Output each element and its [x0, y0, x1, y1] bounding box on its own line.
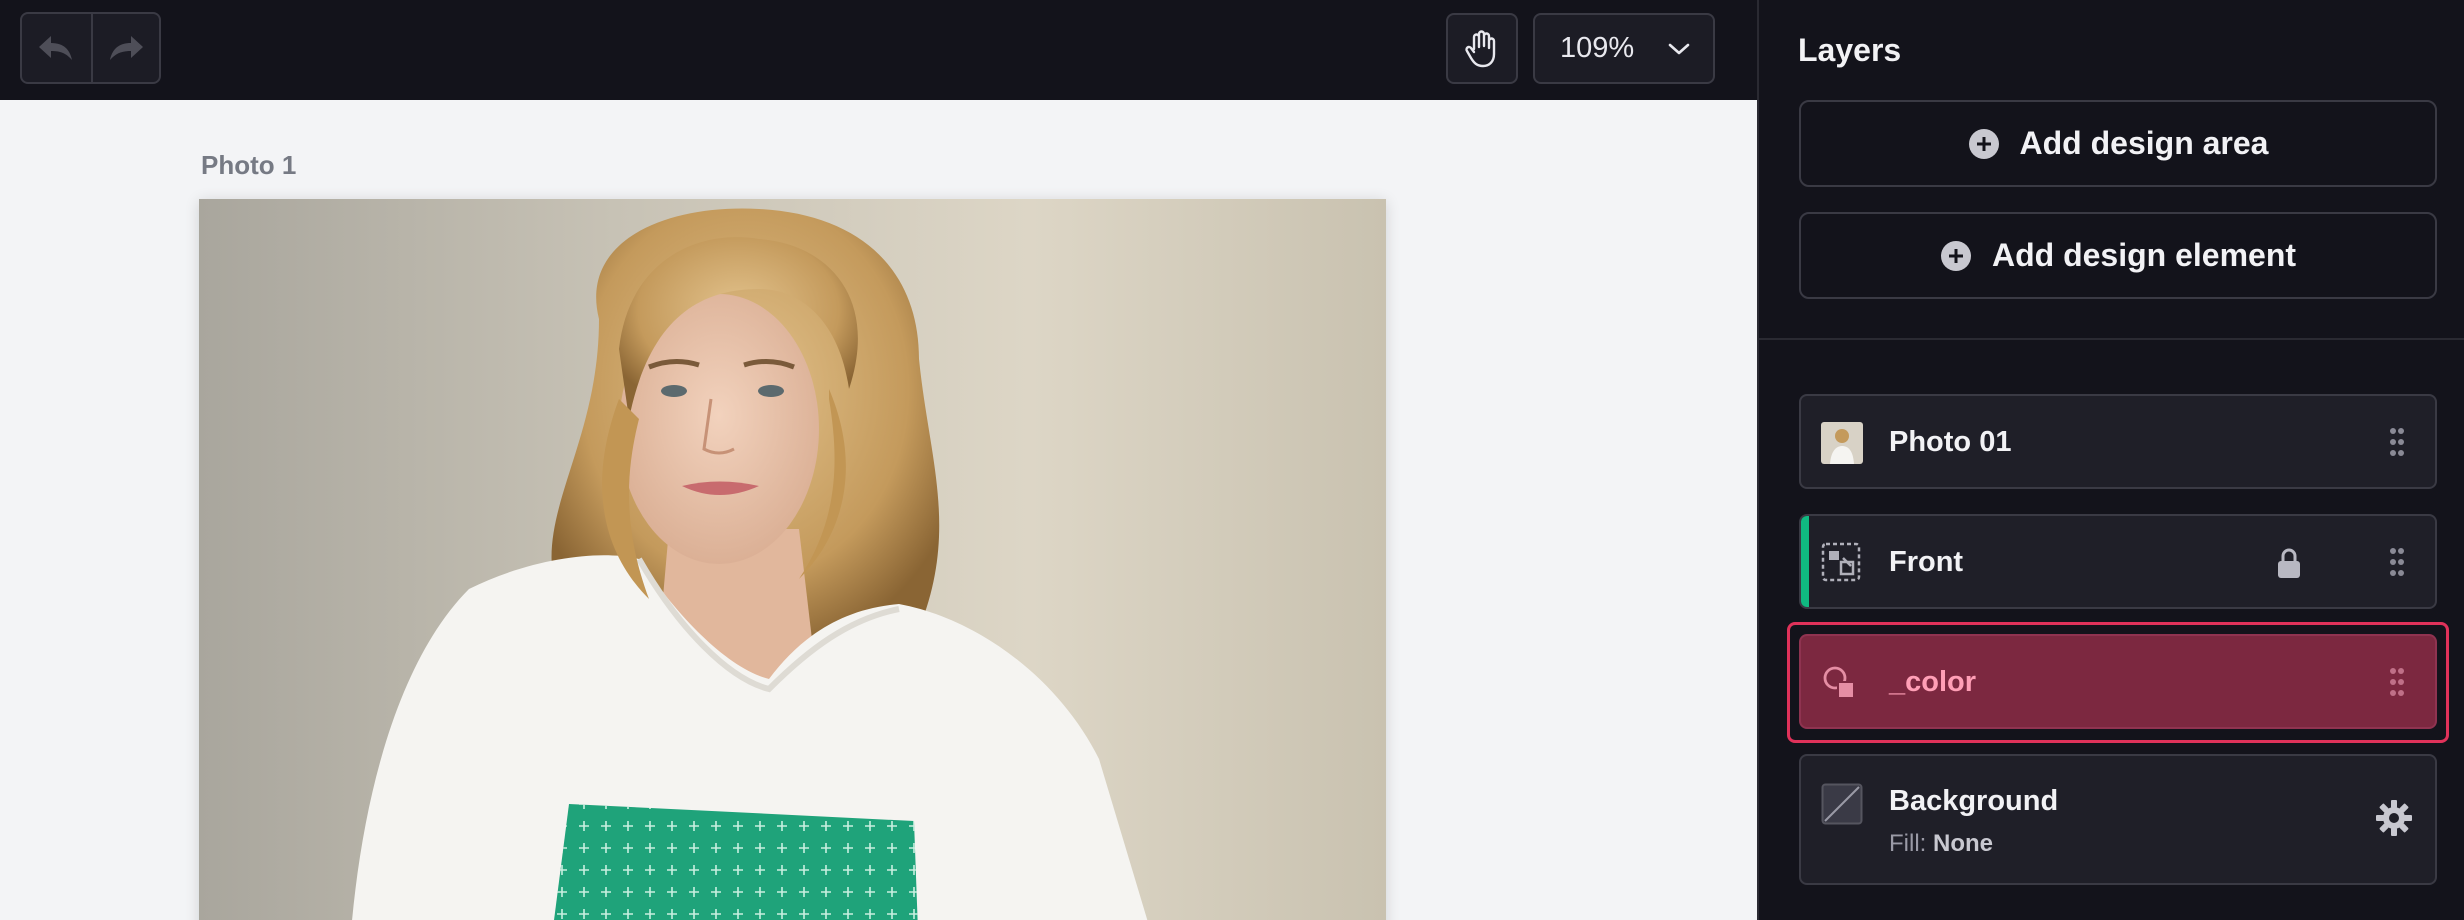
fill-info: Fill: None [1889, 830, 1993, 858]
layer-photo-01[interactable]: Photo 01 [1799, 394, 2437, 489]
top-toolbar: 109% [0, 0, 1757, 100]
editor-app: 109% Photo 1 Layers Add design area Add … [0, 0, 2464, 920]
mockup-photo[interactable] [199, 199, 1386, 920]
layer-background[interactable]: Background Fill: None [1799, 754, 2437, 885]
plus-circle-icon [1940, 240, 1971, 271]
photo-thumbnail-icon [1821, 422, 1863, 464]
fill-none-swatch-icon [1821, 783, 1863, 825]
design-canvas[interactable]: Photo 1 [0, 100, 1757, 920]
photo-label: Photo 1 [201, 150, 297, 180]
layers-panel: Layers Add design area Add design elemen… [1757, 0, 2464, 920]
plus-circle-icon [1968, 128, 1999, 159]
undo-icon [39, 36, 73, 60]
layer-accent-bar [1801, 516, 1809, 607]
layer-name: Background [1889, 785, 2059, 817]
selected-layer-outline [1787, 622, 2449, 743]
pan-tool-button[interactable] [1446, 13, 1518, 84]
fill-value: None [1933, 830, 1993, 857]
gear-icon[interactable] [2375, 799, 2413, 837]
drag-handle-icon[interactable] [2389, 427, 2405, 457]
layer-name: Photo 01 [1889, 426, 2012, 458]
design-area-icon [1821, 542, 1861, 582]
hand-icon [1465, 29, 1496, 67]
layer-name: Front [1889, 546, 1964, 578]
redo-button[interactable] [90, 14, 160, 82]
history-controls [20, 12, 161, 84]
lock-icon[interactable] [2276, 547, 2302, 579]
panel-title: Layers [1798, 32, 1902, 68]
fill-label: Fill: [1889, 830, 1927, 857]
zoom-dropdown[interactable]: 109% [1533, 13, 1715, 84]
redo-icon [109, 36, 143, 60]
drag-handle-icon[interactable] [2389, 547, 2405, 577]
zoom-value: 109% [1560, 32, 1635, 64]
undo-button[interactable] [22, 14, 91, 82]
add-design-area-button[interactable]: Add design area [1799, 100, 2437, 187]
model-photo-image [199, 199, 1386, 920]
layer-front[interactable]: Front [1799, 514, 2437, 609]
add-design-element-label: Add design element [1991, 237, 2297, 273]
panel-divider [1759, 338, 2464, 340]
chevron-down-icon [1668, 43, 1690, 54]
add-design-area-label: Add design area [2019, 125, 2269, 161]
add-design-element-button[interactable]: Add design element [1799, 212, 2437, 299]
